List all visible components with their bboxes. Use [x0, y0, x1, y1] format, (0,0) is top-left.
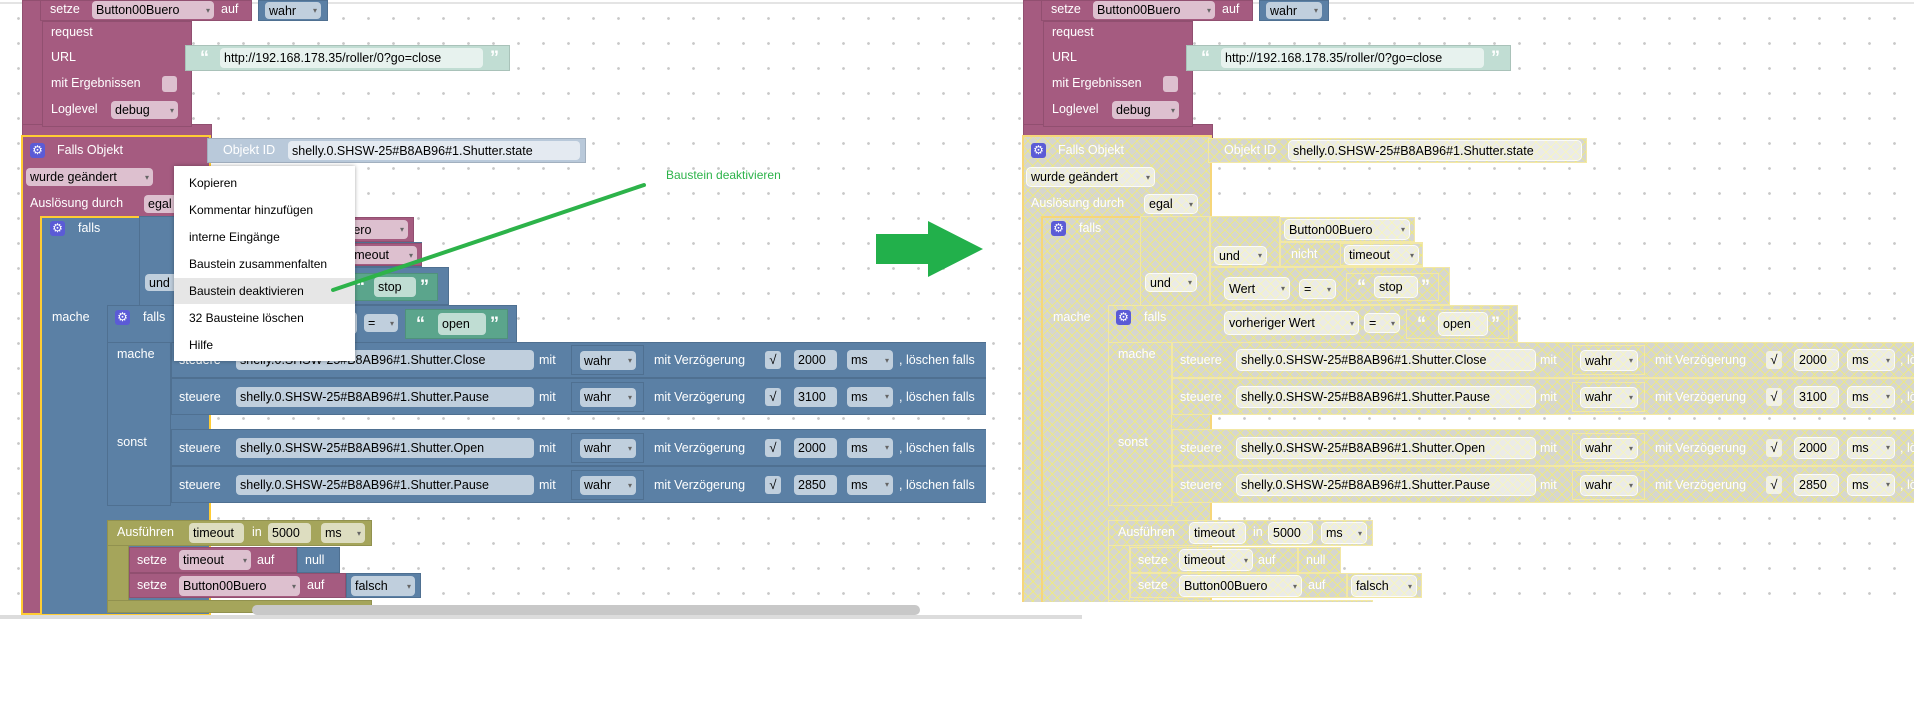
annotation-line: [331, 183, 646, 292]
arrow-right-icon: [876, 221, 983, 277]
annotation-label: Baustein deaktivieren: [666, 168, 781, 182]
annotation-pointer-line: [331, 183, 983, 292]
